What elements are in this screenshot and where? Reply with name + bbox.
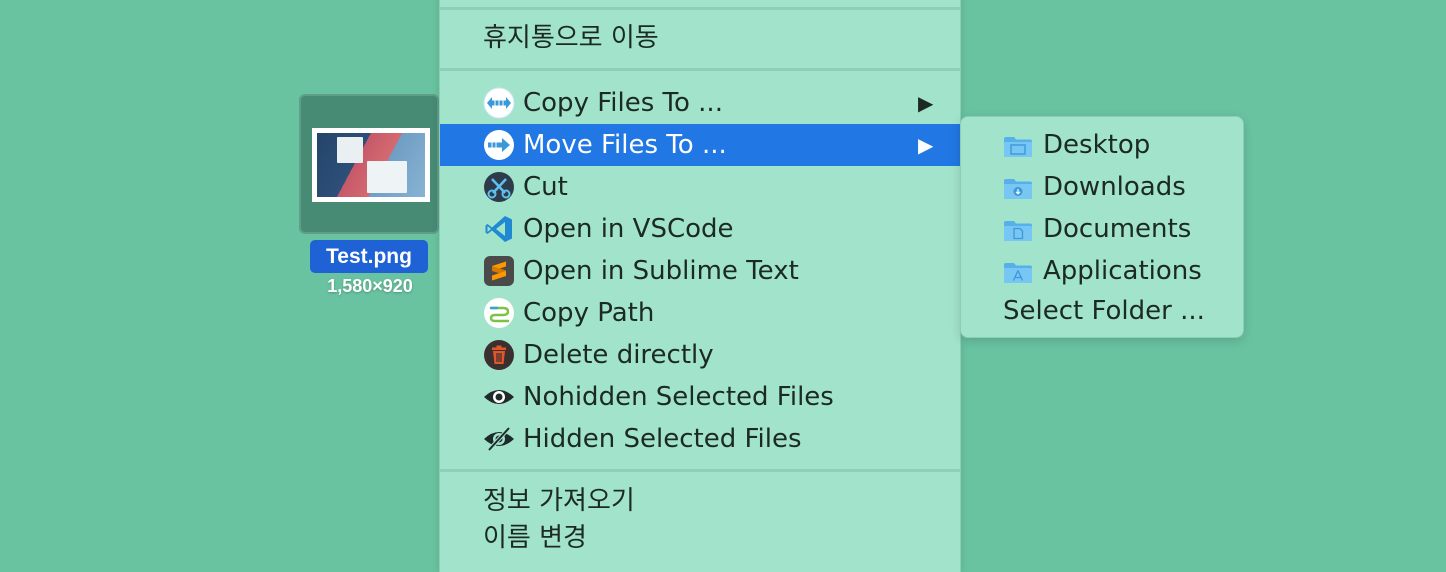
menu-item-move-to-trash[interactable]: 휴지통으로 이동 [440,17,960,59]
submenu-item-applications[interactable]: Applications [961,250,1243,292]
image-thumbnail [312,128,430,202]
menu-item-label: Open in VSCode [523,214,734,244]
menu-item-delete-directly[interactable]: Delete directly [440,334,960,376]
submenu-item-desktop[interactable]: Desktop [961,124,1243,166]
menu-item-label: Cut [523,172,568,202]
menu-item-label: Nohidden Selected Files [523,382,834,412]
submenu-item-downloads[interactable]: Downloads [961,166,1243,208]
scissors-icon [484,172,514,202]
menu-item-nohidden-selected-files[interactable]: Nohidden Selected Files [440,376,960,418]
menu-item-label: Copy Files To ... [523,88,723,118]
menu-separator [440,7,960,10]
menu-item-hidden-selected-files[interactable]: Hidden Selected Files [440,418,960,460]
menu-item-move-files-to[interactable]: Move Files To ... ▶ [440,124,960,166]
submenu-arrow-icon: ▶ [918,133,934,157]
menu-item-label: Open in Sublime Text [523,256,799,286]
applications-folder-icon [1004,263,1032,283]
desktop-folder-icon [1004,137,1032,157]
eye-icon [484,390,514,404]
menu-item-label: Hidden Selected Files [523,424,802,454]
menu-item-open-in-sublime-text[interactable]: Open in Sublime Text [440,250,960,292]
menu-item-cut[interactable]: Cut [440,166,960,208]
vscode-icon [485,216,512,242]
submenu-arrow-icon: ▶ [918,91,934,115]
eye-slash-icon [484,426,514,452]
menu-item-label: Delete directly [523,340,714,370]
menu-item-label: Copy Path [523,298,655,328]
downloads-folder-icon [1004,179,1032,199]
menu-separator [440,469,960,472]
file-icon-test-png[interactable] [299,94,439,234]
context-menu: 휴지통으로 이동 Copy Files To ... ▶ Move Files … [439,0,961,572]
menu-item-label: Move Files To ... [523,130,727,160]
submenu-item-label: Desktop [1043,130,1151,160]
menu-item-open-in-vscode[interactable]: Open in VSCode [440,208,960,250]
move-files-icon [484,130,514,160]
submenu-item-label: Documents [1043,214,1192,244]
menu-item-get-info[interactable]: 정보 가져오기 [440,480,960,522]
move-files-submenu: Desktop Downloads Documents Applications… [960,116,1244,338]
submenu-item-select-folder[interactable]: Select Folder ... [961,290,1243,332]
submenu-item-label: Applications [1043,256,1202,286]
menu-item-rename[interactable]: 이름 변경 [440,517,960,559]
submenu-item-label: Downloads [1043,172,1186,202]
menu-item-copy-path[interactable]: Copy Path [440,292,960,334]
trash-icon [484,340,514,370]
file-dimensions-label: 1,580×920 [327,276,413,296]
sublime-text-icon [484,256,514,286]
copy-path-icon [484,298,514,328]
file-name-label[interactable]: Test.png [310,240,428,273]
documents-folder-icon [1004,221,1032,241]
menu-item-copy-files-to[interactable]: Copy Files To ... ▶ [440,82,960,124]
menu-separator [440,68,960,71]
submenu-item-documents[interactable]: Documents [961,208,1243,250]
copy-files-icon [483,87,515,119]
